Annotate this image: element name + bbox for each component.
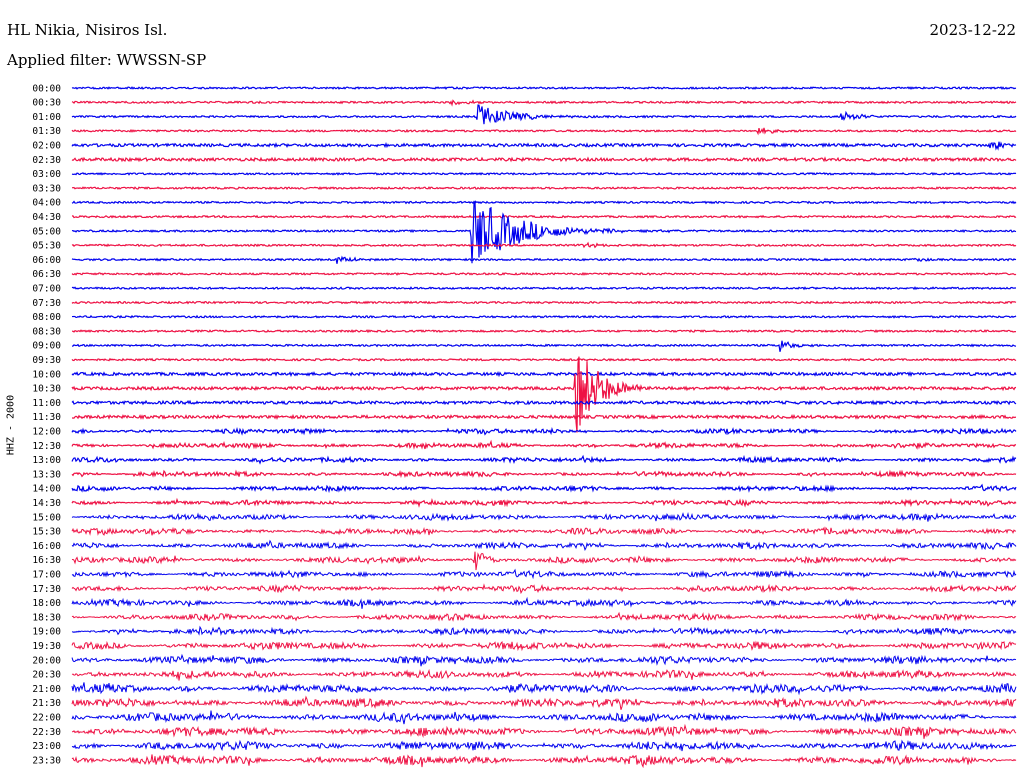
trace-row-0630 — [71, 271, 1017, 276]
trace-row-1400 — [71, 483, 1017, 494]
tick-label-1130: 11:30 — [32, 412, 61, 423]
trace-row-1430 — [71, 497, 1017, 508]
tick-label-1800: 18:00 — [32, 598, 61, 609]
trace-row-2330 — [71, 754, 1017, 769]
tick-label-1400: 14:00 — [32, 484, 61, 495]
tick-label-0900: 09:00 — [32, 341, 61, 352]
tick-label-1900: 19:00 — [32, 627, 61, 638]
tick-label-0100: 01:00 — [32, 112, 61, 123]
trace-row-0500 — [71, 200, 1017, 264]
tick-label-0630: 06:30 — [32, 269, 61, 280]
trace-row-2130 — [71, 695, 1017, 710]
tick-label-1100: 11:00 — [32, 398, 61, 409]
tick-label-0200: 02:00 — [32, 141, 61, 152]
trace-row-0530 — [71, 241, 1017, 249]
trace-row-1830 — [71, 611, 1017, 622]
trace-row-2300 — [71, 739, 1017, 752]
tick-label-1830: 18:30 — [32, 612, 61, 623]
seismic-traces — [71, 86, 1017, 769]
trace-row-1130 — [72, 413, 1017, 420]
tick-label-0330: 03:30 — [32, 183, 61, 194]
trace-row-2030 — [71, 668, 1017, 681]
trace-row-0900 — [71, 340, 1017, 352]
trace-row-1900 — [71, 625, 1017, 637]
tick-label-0400: 04:00 — [32, 198, 61, 209]
tick-label-0500: 05:00 — [32, 226, 61, 237]
tick-label-2100: 21:00 — [32, 684, 61, 695]
trace-row-0400 — [71, 200, 1017, 205]
tick-label-1630: 16:30 — [32, 555, 61, 566]
time-tick-labels: 00:00 00:30 01:00 01:30 02:00 02:30 03:00 03:30… — [32, 83, 61, 766]
trace-row-0600 — [71, 255, 1017, 264]
tick-label-0800: 08:00 — [32, 312, 61, 323]
tick-label-1500: 15:00 — [32, 512, 61, 523]
tick-label-0830: 08:30 — [32, 326, 61, 337]
trace-row-0000 — [71, 86, 1017, 91]
tick-label-0530: 05:30 — [32, 241, 61, 252]
helicorder-plot: 00:00 00:30 01:00 01:30 02:00 02:30 03:00 03:30… — [32, 83, 1017, 769]
tick-label-0730: 07:30 — [32, 298, 61, 309]
trace-row-0230 — [71, 156, 1017, 163]
tick-label-1000: 10:00 — [32, 369, 61, 380]
tick-label-2330: 23:30 — [32, 755, 61, 766]
trace-row-0830 — [71, 329, 1017, 334]
tick-label-1700: 17:00 — [32, 570, 61, 581]
trace-row-2230 — [71, 723, 1017, 739]
trace-row-0200 — [71, 141, 1017, 151]
trace-row-1930 — [71, 640, 1017, 652]
trace-row-0730 — [71, 300, 1017, 305]
trace-row-1200 — [71, 427, 1017, 436]
tick-label-0000: 00:00 — [32, 83, 61, 94]
tick-label-2230: 22:30 — [32, 727, 61, 738]
tick-label-0430: 04:30 — [32, 212, 61, 223]
trace-row-0130 — [71, 127, 1017, 136]
trace-row-1230 — [71, 439, 1017, 450]
tick-label-0030: 00:30 — [32, 98, 61, 109]
tick-label-1430: 14:30 — [32, 498, 61, 509]
tick-label-1730: 17:30 — [32, 584, 61, 595]
tick-label-1030: 10:30 — [32, 384, 61, 395]
tick-label-1600: 16:00 — [32, 541, 61, 552]
trace-row-1630 — [71, 551, 1017, 571]
trace-row-2100 — [71, 682, 1017, 696]
trace-row-2200 — [71, 710, 1017, 725]
tick-label-0130: 01:30 — [32, 126, 61, 137]
trace-row-2000 — [71, 653, 1017, 667]
trace-row-1800 — [71, 596, 1017, 609]
tick-label-0930: 09:30 — [32, 355, 61, 366]
tick-label-0230: 02:30 — [32, 155, 61, 166]
trace-row-0800 — [71, 314, 1017, 319]
tick-label-0300: 03:00 — [32, 169, 61, 180]
trace-row-0330 — [71, 186, 1017, 191]
tick-label-1330: 13:30 — [32, 469, 61, 480]
tick-label-2000: 20:00 — [32, 655, 61, 666]
trace-row-1600 — [71, 539, 1017, 552]
trace-row-0100 — [71, 104, 1017, 125]
tick-label-1230: 12:30 — [32, 441, 61, 452]
trace-row-1700 — [71, 568, 1017, 580]
tick-label-2130: 21:30 — [32, 698, 61, 709]
trace-row-1030 — [71, 356, 1017, 433]
trace-row-0930 — [71, 357, 1017, 362]
tick-label-1300: 13:00 — [32, 455, 61, 466]
trace-row-1300 — [71, 454, 1017, 465]
tick-label-1530: 15:30 — [32, 527, 61, 538]
tick-label-2200: 22:00 — [32, 713, 61, 724]
trace-row-1730 — [71, 583, 1017, 595]
trace-row-0700 — [71, 286, 1017, 291]
tick-label-1200: 12:00 — [32, 427, 61, 438]
tick-label-1930: 19:30 — [32, 641, 61, 652]
trace-row-1000 — [71, 370, 1017, 378]
trace-row-1530 — [71, 526, 1017, 536]
tick-label-0600: 06:00 — [32, 255, 61, 266]
trace-row-0300 — [71, 171, 1017, 176]
tick-label-2300: 23:00 — [32, 741, 61, 752]
trace-row-1100 — [71, 399, 1017, 406]
trace-row-0430 — [71, 214, 1017, 219]
trace-row-0030 — [71, 99, 1017, 107]
trace-row-1330 — [71, 469, 1017, 479]
tick-label-0700: 07:00 — [32, 284, 61, 295]
trace-row-1500 — [71, 512, 1017, 522]
tick-label-2030: 20:30 — [32, 670, 61, 681]
